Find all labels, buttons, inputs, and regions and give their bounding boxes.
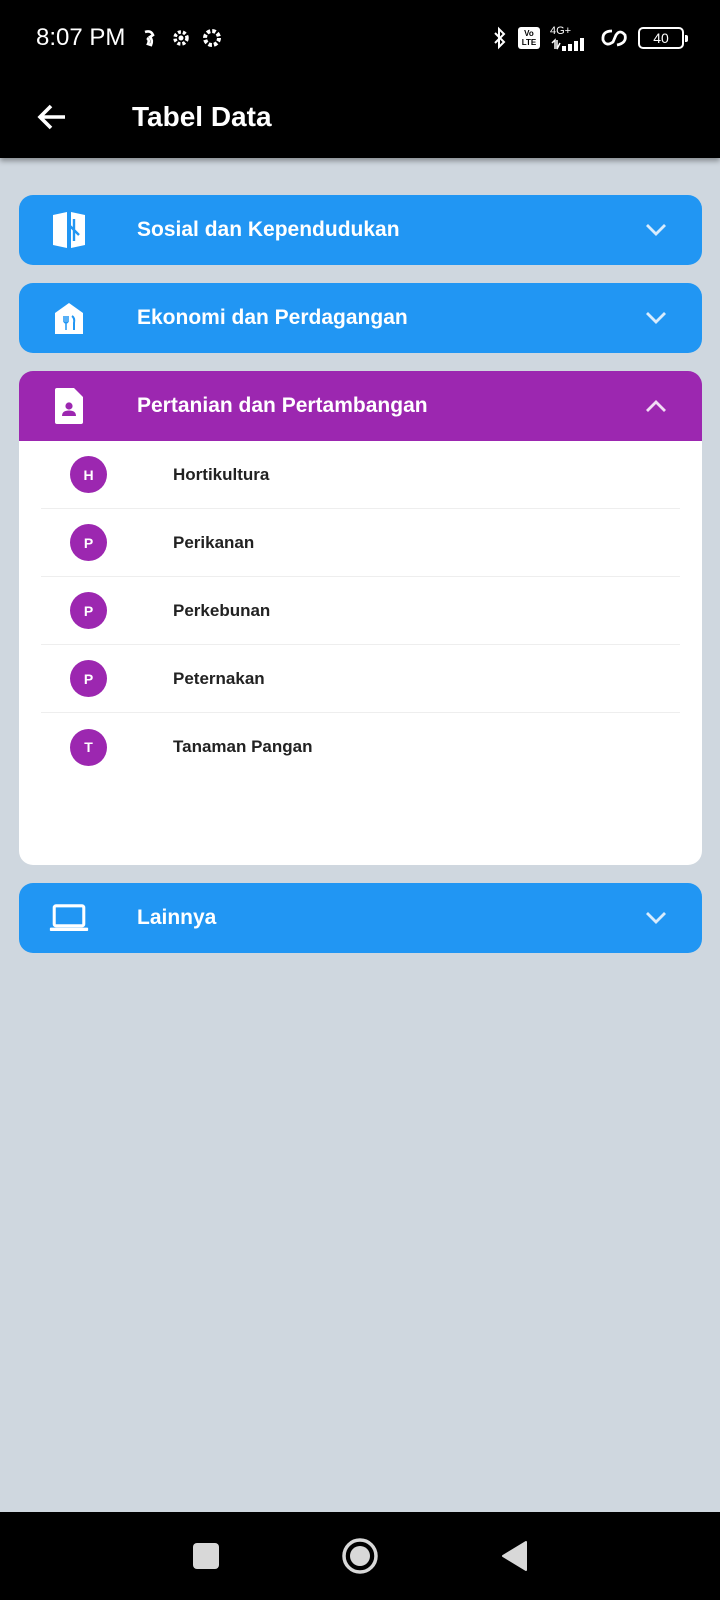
back-button[interactable] xyxy=(22,87,82,147)
list-item-perkebunan[interactable]: P Perkebunan xyxy=(41,577,680,645)
bluetooth-icon xyxy=(492,26,508,50)
gear-icon xyxy=(171,28,191,48)
status-right: Vo LTE 4G+ 40 xyxy=(492,24,688,51)
book-icon xyxy=(49,210,89,250)
system-nav-bar xyxy=(0,1512,720,1600)
recents-button[interactable] xyxy=(184,1534,228,1578)
panel-title: Lainnya xyxy=(137,906,217,929)
panel-title: Pertanian dan Pertambangan xyxy=(137,394,428,417)
panel-header-ekonomi-perdagangan[interactable]: Ekonomi dan Perdagangan xyxy=(19,283,702,353)
data-saver-icon xyxy=(600,27,628,49)
panel-lainnya: Lainnya xyxy=(19,883,702,953)
avatar: P xyxy=(70,660,107,697)
panel-ekonomi-perdagangan: Ekonomi dan Perdagangan xyxy=(19,283,702,353)
panel-sosial-kependudukan: Sosial dan Kependudukan xyxy=(19,195,702,265)
contact-document-icon xyxy=(49,386,89,426)
list-item-label: Perkebunan xyxy=(173,600,271,620)
home-button[interactable] xyxy=(338,1534,382,1578)
panel-header-pertanian-pertambangan[interactable]: Pertanian dan Pertambangan xyxy=(19,371,702,441)
list-item-label: Perikanan xyxy=(173,532,255,552)
chevron-down-icon xyxy=(644,306,668,330)
status-time: 8:07 PM xyxy=(36,24,126,51)
panel-header-sosial-kependudukan[interactable]: Sosial dan Kependudukan xyxy=(19,195,702,265)
avatar: P xyxy=(70,524,107,561)
signal-icon: 4G+ xyxy=(550,24,590,51)
network-type-label: 4G+ xyxy=(550,24,572,37)
panel-body: H Hortikultura P Perikanan P Perkebunan … xyxy=(19,441,702,865)
app-bar: Tabel Data xyxy=(0,76,720,158)
panel-title: Sosial dan Kependudukan xyxy=(137,218,400,241)
arrow-back-icon xyxy=(36,101,68,133)
volte-icon: Vo LTE xyxy=(518,27,540,49)
category-list: Sosial dan Kependudukan Ekonomi dan Perd… xyxy=(19,195,702,971)
list-item-label: Hortikultura xyxy=(173,464,270,484)
battery-icon: 40 xyxy=(638,27,688,49)
laptop-icon xyxy=(49,898,89,938)
panel-header-lainnya[interactable]: Lainnya xyxy=(19,883,702,953)
list-item-label: Peternakan xyxy=(173,668,265,688)
avatar: P xyxy=(70,592,107,629)
panel-title: Ekonomi dan Perdagangan xyxy=(137,306,408,329)
list-item-peternakan[interactable]: P Peternakan xyxy=(41,645,680,713)
list-item-label: Tanaman Pangan xyxy=(173,737,313,756)
page-title: Tabel Data xyxy=(132,101,272,132)
chevron-down-icon xyxy=(644,906,668,930)
list-item-perikanan[interactable]: P Perikanan xyxy=(41,509,680,577)
avatar: T xyxy=(70,728,107,766)
status-bar: 8:07 PM Vo LTE 4G+ 40 xyxy=(0,0,720,76)
square-icon xyxy=(192,1542,220,1570)
circle-icon xyxy=(341,1537,379,1575)
panel-pertanian-pertambangan: Pertanian dan Pertambangan H Hortikultur… xyxy=(19,371,702,865)
chevron-up-icon xyxy=(644,394,668,418)
store-icon xyxy=(49,298,89,338)
nav-back-button[interactable] xyxy=(492,1534,536,1578)
list-item-tanaman-pangan[interactable]: T Tanaman Pangan xyxy=(41,713,680,781)
triangle-back-icon xyxy=(500,1540,528,1572)
chevron-down-icon xyxy=(644,218,668,242)
gear-icon xyxy=(201,27,223,49)
list-item-hortikultura[interactable]: H Hortikultura xyxy=(41,441,680,509)
avatar: H xyxy=(70,456,107,493)
notification-icon xyxy=(141,28,161,48)
status-left: 8:07 PM xyxy=(36,24,223,52)
